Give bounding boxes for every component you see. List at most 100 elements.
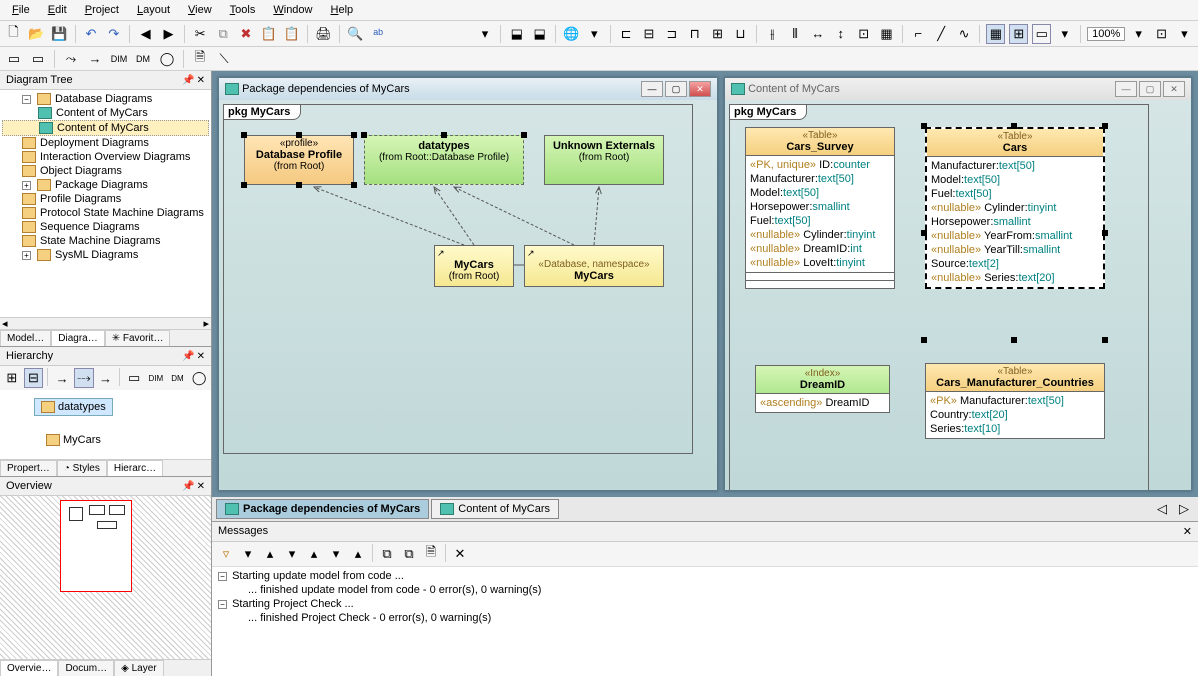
- close-button[interactable]: ✕: [1163, 81, 1185, 97]
- h-node-datatypes[interactable]: datatypes: [34, 398, 113, 416]
- zoom-level[interactable]: 100%: [1087, 27, 1125, 41]
- tab-docum[interactable]: Docum…: [58, 660, 114, 676]
- h-node-mycars[interactable]: MyCars: [40, 432, 107, 448]
- maximize-button[interactable]: ▢: [665, 81, 687, 97]
- h-tool9-icon[interactable]: ◯: [189, 368, 209, 388]
- h-tool7-icon[interactable]: DIM: [146, 368, 166, 388]
- size-h-icon[interactable]: ↕: [831, 24, 850, 44]
- menu-layout[interactable]: Layout: [129, 2, 178, 18]
- h-tool3-icon[interactable]: →: [52, 368, 72, 388]
- dist-v-icon[interactable]: ⫴: [786, 24, 805, 44]
- overview-body[interactable]: [0, 496, 211, 659]
- save-icon[interactable]: 💾: [50, 24, 69, 44]
- undo-icon[interactable]: ↶: [82, 24, 101, 44]
- print-icon[interactable]: 🖨: [314, 24, 333, 44]
- box-unknown-externals[interactable]: Unknown Externals (from Root): [544, 135, 664, 185]
- doc1-titlebar[interactable]: Package dependencies of MyCars — ▢ ✕: [219, 78, 717, 100]
- tree-item-sysml[interactable]: +SysML Diagrams: [2, 248, 209, 262]
- msg-tool6-icon[interactable]: ▴: [348, 544, 368, 564]
- close-messages-icon[interactable]: ✕: [1183, 525, 1192, 538]
- menu-help[interactable]: Help: [323, 2, 362, 18]
- redo-icon[interactable]: ↷: [104, 24, 123, 44]
- fit-icon[interactable]: ⊡: [1152, 24, 1171, 44]
- msg-copy2-icon[interactable]: ⧉: [399, 544, 419, 564]
- box-icon[interactable]: ▭: [4, 49, 24, 69]
- tree-item-protocol[interactable]: Protocol State Machine Diagrams: [2, 206, 209, 220]
- label-dim-icon[interactable]: DIM: [109, 49, 129, 69]
- size-w-icon[interactable]: ↔: [809, 24, 828, 44]
- new-icon[interactable]: 🗋: [4, 24, 23, 44]
- next-icon[interactable]: ▶: [159, 24, 178, 44]
- tree-item-deployment[interactable]: Deployment Diagrams: [2, 136, 209, 150]
- msg-save-icon[interactable]: 🗎: [421, 544, 441, 564]
- paste-icon[interactable]: 📋: [259, 24, 278, 44]
- tool-a-icon[interactable]: ⬓: [507, 24, 526, 44]
- h-tool4-icon[interactable]: ⤏: [74, 368, 94, 388]
- h-tool6-icon[interactable]: ▭: [124, 368, 144, 388]
- line3-icon[interactable]: ∿: [955, 24, 974, 44]
- box-database-profile[interactable]: «profile» Database Profile (from Root): [244, 135, 354, 185]
- close-panel-icon[interactable]: ✕: [197, 351, 205, 362]
- h-tool2-icon[interactable]: ⊟: [24, 368, 44, 388]
- hierarchy-body[interactable]: datatypes MyCars: [0, 390, 211, 459]
- tab-diagram[interactable]: Diagra…: [51, 330, 104, 346]
- box-mycars1[interactable]: ↗ MyCars (from Root): [434, 245, 514, 287]
- grid-icon[interactable]: ▦: [986, 24, 1005, 44]
- doc-tab-dependencies[interactable]: Package dependencies of MyCars: [216, 499, 429, 519]
- menu-tools[interactable]: Tools: [222, 2, 264, 18]
- pin-icon[interactable]: 📌: [182, 481, 194, 492]
- find-replace-icon[interactable]: ᵃᵇ: [369, 24, 388, 44]
- msg-copy-icon[interactable]: ⧉: [377, 544, 397, 564]
- align-center-h-icon[interactable]: ⊟: [640, 24, 659, 44]
- align-bottom-icon[interactable]: ⊔: [731, 24, 750, 44]
- menu-project[interactable]: Project: [77, 2, 127, 18]
- minimize-button[interactable]: —: [641, 81, 663, 97]
- dropdown-icon[interactable]: ▾: [476, 24, 495, 44]
- dropdown3-icon[interactable]: ▾: [1055, 24, 1074, 44]
- msg-tool1-icon[interactable]: ▾: [238, 544, 258, 564]
- doc-tab-content[interactable]: Content of MyCars: [431, 499, 559, 519]
- align-top-icon[interactable]: ⊓: [685, 24, 704, 44]
- table-cars[interactable]: «Table»Cars Manufacturer:text[50]Model:t…: [925, 127, 1105, 289]
- menu-window[interactable]: Window: [265, 2, 320, 18]
- cut-icon[interactable]: ✂: [191, 24, 210, 44]
- align-center-v-icon[interactable]: ⊞: [708, 24, 727, 44]
- find-icon[interactable]: 🔍: [346, 24, 365, 44]
- doc2-titlebar[interactable]: Content of MyCars — ▢ ✕: [725, 78, 1191, 100]
- open-icon[interactable]: 📂: [27, 24, 46, 44]
- box-datatypes[interactable]: datatypes (from Root::Database Profile): [364, 135, 524, 185]
- link-icon[interactable]: ⟍: [214, 49, 234, 69]
- line1-icon[interactable]: ⌐: [909, 24, 928, 44]
- tab-overview[interactable]: Overvie…: [0, 660, 58, 676]
- tab-favorites[interactable]: ✳ Favorit…: [105, 330, 171, 346]
- menu-view[interactable]: View: [180, 2, 220, 18]
- pin-icon[interactable]: 📌: [182, 351, 194, 362]
- layout-icon[interactable]: ▦: [877, 24, 896, 44]
- size-icon[interactable]: ⊡: [854, 24, 873, 44]
- doc1-body[interactable]: pkg MyCars «profile» Database Profile (f…: [219, 100, 717, 490]
- tree-item-sequence[interactable]: Sequence Diagrams: [2, 220, 209, 234]
- prev-icon[interactable]: ◀: [136, 24, 155, 44]
- close-button[interactable]: ✕: [689, 81, 711, 97]
- zoom-dropdown-icon[interactable]: ▾: [1129, 24, 1148, 44]
- tree-root[interactable]: −Database Diagrams: [2, 92, 209, 106]
- tab-styles[interactable]: ◔ Styles: [57, 460, 107, 476]
- menu-edit[interactable]: Edit: [40, 2, 75, 18]
- copy-icon[interactable]: ⧉: [214, 24, 233, 44]
- arrow1-icon[interactable]: ⤳: [61, 49, 81, 69]
- tab-properties[interactable]: Propert…: [0, 460, 57, 476]
- messages-body[interactable]: − Starting update model from code ... ..…: [212, 567, 1198, 676]
- paste2-icon[interactable]: 📋: [282, 24, 301, 44]
- doc2-body[interactable]: pkg MyCars «Table»Cars_Survey «PK, uniqu…: [725, 100, 1191, 490]
- msg-clear-icon[interactable]: ✕: [450, 544, 470, 564]
- view-icon[interactable]: ▭: [1032, 24, 1051, 44]
- table-dreamid[interactable]: «Index»DreamID «ascending» DreamID: [755, 365, 890, 413]
- dropdown2-icon[interactable]: ▾: [585, 24, 604, 44]
- menu-file[interactable]: File: [4, 2, 38, 18]
- globe-icon[interactable]: 🌐: [562, 24, 581, 44]
- msg-tool5-icon[interactable]: ▾: [326, 544, 346, 564]
- minimize-button[interactable]: —: [1115, 81, 1137, 97]
- align-left-icon[interactable]: ⊏: [617, 24, 636, 44]
- table-cmc[interactable]: «Table»Cars_Manufacturer_Countries «PK» …: [925, 363, 1105, 439]
- tree-item-content1[interactable]: Content of MyCars: [2, 106, 209, 120]
